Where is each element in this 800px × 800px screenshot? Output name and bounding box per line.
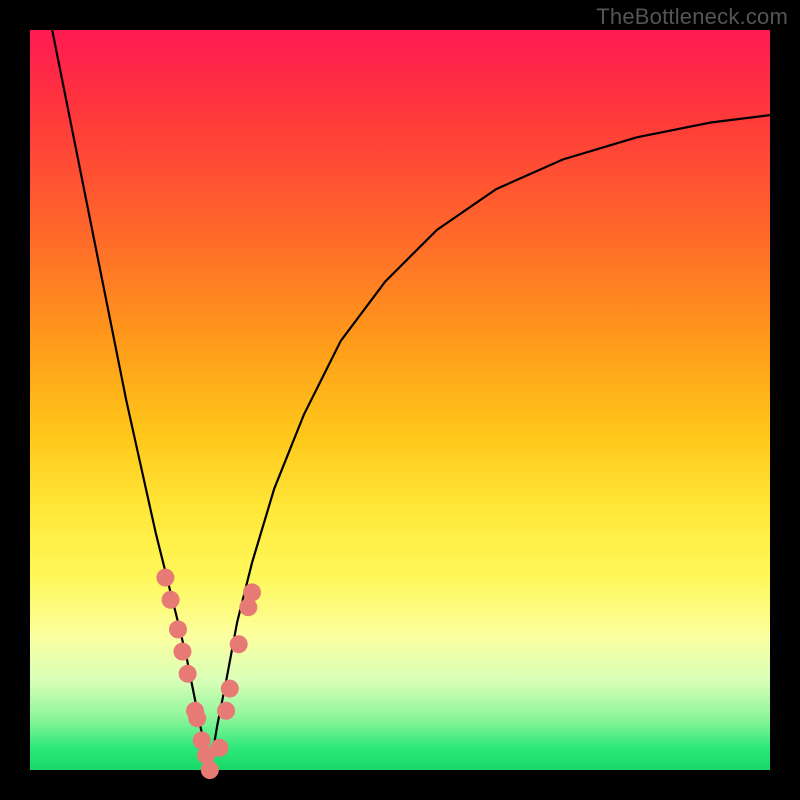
watermark-text: TheBottleneck.com — [596, 4, 788, 30]
data-marker — [217, 702, 235, 720]
markers-group — [156, 569, 261, 779]
data-marker — [173, 643, 191, 661]
plot-area — [30, 30, 770, 770]
data-marker — [156, 569, 174, 587]
chart-frame: TheBottleneck.com — [0, 0, 800, 800]
data-marker — [201, 761, 219, 779]
chart-svg — [30, 30, 770, 770]
data-marker — [210, 739, 228, 757]
data-marker — [221, 680, 239, 698]
data-marker — [179, 665, 197, 683]
series-right-branch — [210, 115, 770, 770]
data-marker — [243, 583, 261, 601]
data-marker — [162, 591, 180, 609]
data-marker — [169, 620, 187, 638]
data-marker — [188, 709, 206, 727]
data-marker — [230, 635, 248, 653]
